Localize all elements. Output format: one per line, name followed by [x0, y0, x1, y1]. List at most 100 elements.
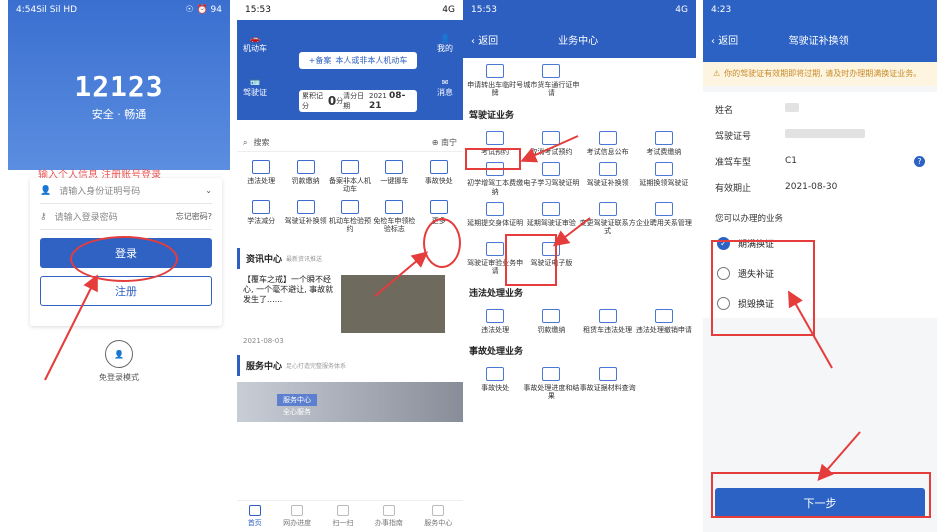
service-item-3-label: 一键挪车	[380, 177, 409, 185]
tab-4[interactable]: 服务中心	[424, 505, 452, 528]
status-bar: 4:54 Sil Sil HD ☉ ⏰ 94	[8, 0, 230, 20]
forgot-password-link[interactable]: 忘记密码?	[176, 211, 212, 222]
id-field[interactable]: 👤 请输入身份证明号码 ⌄	[40, 178, 212, 204]
accident-item-1[interactable]: 事故处理进度和结果	[523, 366, 579, 401]
tab-1[interactable]: 网办进度	[283, 505, 311, 528]
service-item-7-icon	[340, 199, 359, 214]
license-item-9[interactable]: 延期驾驶证审验	[523, 201, 579, 236]
service-item-3[interactable]: 一键挪车	[373, 160, 415, 194]
app-logo: 12123	[74, 70, 164, 103]
license-item-6-icon	[598, 162, 617, 177]
license-item-5-label: 电子学习驾驶证明	[523, 179, 580, 188]
service-item-1[interactable]: 罚款缴纳	[284, 160, 326, 194]
license-item-11[interactable]: 企业聘用关系管理	[635, 201, 692, 236]
id-placeholder: 请输入身份证明号码	[59, 187, 141, 197]
tab-icon	[432, 505, 445, 516]
city-selector[interactable]: ⊕ 南宁	[432, 137, 457, 148]
violation-item-3[interactable]: 违法处理撤销申请	[636, 308, 692, 334]
service-item-7[interactable]: 机动车检验预约	[328, 199, 371, 234]
tab-0[interactable]: 首页	[248, 505, 262, 528]
nav-message[interactable]: ✉ 消息	[437, 78, 453, 98]
business-center-screen: 15:53 4G ‹ 返回 业务中心 申请转出车临时号牌 城市货车通行证申请 驾驶…	[463, 0, 696, 532]
violation-item-0[interactable]: 违法处理	[467, 308, 523, 334]
license-item-5[interactable]: 电子学习驾驶证明	[523, 162, 579, 196]
violation-item-1-icon	[542, 308, 561, 323]
password-field[interactable]: ⚷ 请输入登录密码 忘记密码?	[40, 204, 212, 230]
nav-vehicle[interactable]: 🚗 机动车	[243, 34, 267, 54]
service-item-2[interactable]: 备案非本人机动车	[329, 160, 371, 194]
service-banner[interactable]: 服务中心 全心服务	[237, 381, 463, 422]
search-bar[interactable]: ⌕ 搜索 ⊕ 南宁	[237, 134, 463, 152]
news-item[interactable]: 【覆车之戒】一个瞬不经心, 一个毫不避让, 事故就发生了......	[237, 274, 463, 333]
license-item-1-label: 取消考试预约	[530, 147, 573, 156]
service-item-4[interactable]: 事故快处	[418, 160, 460, 194]
nav-license[interactable]: 🪪 驾驶证	[243, 78, 267, 98]
annotation-box-options	[711, 240, 815, 336]
network-indicator: 4G	[442, 5, 455, 15]
license-item-10-icon	[598, 201, 617, 216]
violation-item-1[interactable]: 罚款缴纳	[523, 308, 579, 334]
score-label: 累积记分	[302, 92, 323, 110]
accident-item-1-icon	[542, 366, 561, 381]
tab-2[interactable]: 扫一扫	[332, 505, 353, 528]
score-card[interactable]: 累积记分 0 分 清分日期 2021 08-21	[299, 90, 417, 112]
violation-item-2[interactable]: 租赁车违法处理	[580, 308, 636, 334]
signal-icon: Sil Sil HD	[36, 5, 78, 15]
status-time: 15:53	[471, 5, 497, 15]
accident-item-0-icon	[486, 366, 505, 381]
vehicle-item-1[interactable]: 城市货车通行证申请	[523, 64, 579, 98]
service-item-8-icon	[385, 199, 404, 214]
plate-button[interactable]: +备案 本人或非本人机动车	[299, 52, 417, 69]
options-label: 您可以办理的业务	[703, 204, 937, 228]
password-placeholder: 请输入登录密码	[54, 213, 118, 223]
service-item-2-icon	[340, 160, 359, 174]
service-item-7-label: 机动车检验预约	[328, 216, 371, 234]
status-time: 4:54	[16, 5, 37, 15]
license-item-9-icon	[542, 201, 561, 216]
violation-item-2-label: 租赁车违法处理	[583, 325, 633, 334]
vehicle-item-0-icon	[486, 64, 505, 78]
license-item-10[interactable]: 变更驾驶证联系方式	[579, 201, 636, 236]
service-item-0[interactable]: 违法处理	[240, 160, 282, 194]
chevron-down-icon[interactable]: ⌄	[205, 186, 212, 195]
license-item-7[interactable]: 延期换领驾驶证	[636, 162, 692, 196]
service-item-8[interactable]: 免检车申领检验标志	[373, 199, 416, 234]
guest-mode[interactable]: 👤 免登录模式	[8, 340, 230, 383]
vehicle-item-0-label: 申请转出车临时号牌	[467, 81, 524, 98]
license-item-5-icon	[542, 162, 561, 177]
service-item-8-label: 免检车申领检验标志	[373, 216, 416, 234]
vehicle-item-0[interactable]: 申请转出车临时号牌	[467, 64, 523, 98]
service-item-1-icon	[296, 160, 315, 174]
accident-item-0[interactable]: 事故快处	[467, 366, 523, 401]
license-item-6-label: 驾驶证补换领	[586, 179, 629, 188]
license-item-3-label: 考试费缴纳	[646, 147, 682, 156]
accident-item-2[interactable]: 事故证据材料查询	[580, 366, 636, 401]
search-icon: ⌕	[243, 137, 248, 147]
service-item-9-icon	[429, 199, 448, 214]
license-item-6[interactable]: 驾驶证补换领	[580, 162, 636, 196]
news-image	[341, 274, 445, 333]
license-item-3[interactable]: 考试费缴纳	[636, 130, 692, 156]
license-item-8[interactable]: 延期提交身体证明	[467, 201, 523, 236]
service-item-6[interactable]: 驾驶证补换领	[284, 199, 327, 234]
notice-text: 你的驾驶证有效期即将过期, 请及时办理期满换证业务。	[724, 69, 922, 78]
service-item-3-icon	[385, 160, 404, 174]
license-item-10-label: 变更驾驶证联系方式	[579, 218, 636, 236]
help-icon[interactable]: ?	[914, 155, 925, 167]
service-item-5[interactable]: 学法减分	[240, 199, 282, 234]
back-button[interactable]: ‹ 返回	[711, 32, 738, 47]
vehicle-item-1-label: 城市货车通行证申请	[523, 81, 580, 98]
service-item-4-label: 事故快处	[424, 177, 453, 185]
license-item-2[interactable]: 考试信息公布	[580, 130, 636, 156]
back-button[interactable]: ‹ 返回	[471, 32, 498, 47]
tab-3[interactable]: 办事指南	[375, 505, 403, 528]
news-text: 【覆车之戒】一个瞬不经心, 一个毫不避让, 事故就发生了......	[243, 274, 334, 305]
accident-section-title: 事故处理业务	[469, 346, 524, 357]
service-item-2-label: 备案非本人机动车	[328, 177, 371, 194]
license-item-11-label: 企业聘用关系管理	[635, 218, 692, 227]
license-item-1[interactable]: 取消考试预约	[523, 130, 579, 156]
nav-mine[interactable]: 👤 我的	[437, 34, 453, 54]
license-item-2-label: 考试信息公布	[586, 147, 629, 156]
violation-item-0-icon	[486, 308, 505, 323]
violation-item-2-icon	[598, 308, 617, 323]
